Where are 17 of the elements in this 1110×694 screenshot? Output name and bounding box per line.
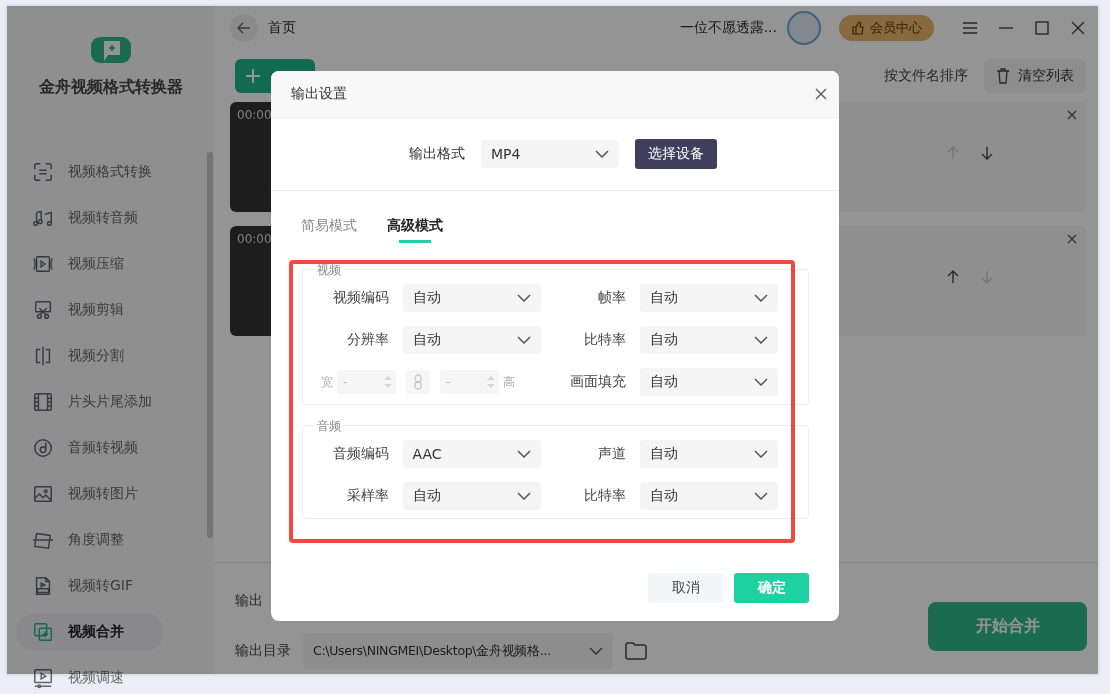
field-label: 帧率 [598, 289, 626, 307]
output-info-label: 输出 [235, 592, 264, 610]
field-label: 比特率 [584, 487, 626, 505]
field-label: 画面填充 [570, 373, 626, 391]
field-label: 音频编码 [332, 445, 389, 463]
field-label: 声道 [598, 445, 626, 463]
output-folder-label: 输出目录 [235, 642, 291, 660]
height-label: 高 [503, 373, 515, 391]
field-label: 采样率 [346, 487, 389, 505]
field-label: 比特率 [584, 331, 626, 349]
group-legend: 音频 [315, 418, 343, 435]
output-format-label: 输出格式 [409, 145, 465, 163]
username: 一位不愿透露... [679, 19, 777, 37]
dialog-title: 输出设置 [291, 85, 347, 103]
width-label: 宽 [321, 373, 333, 391]
app-title: 金舟视频格式转换器 [38, 77, 183, 98]
field-label: 视频编码 [332, 289, 389, 307]
